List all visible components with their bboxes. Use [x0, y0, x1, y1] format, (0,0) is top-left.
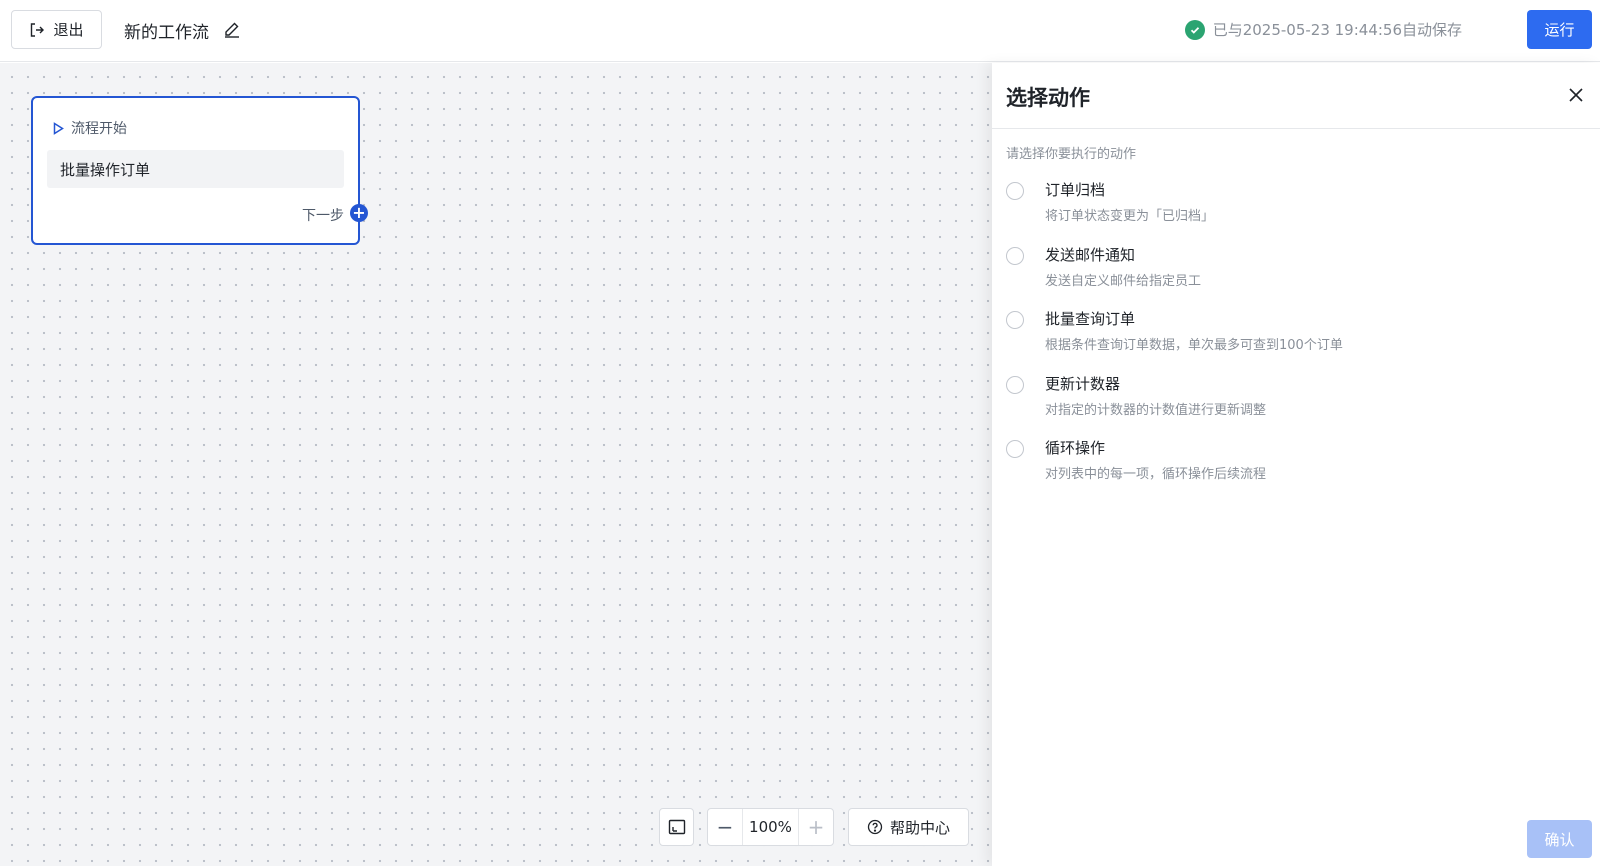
- zoom-out-button[interactable]: −: [708, 809, 742, 845]
- close-icon[interactable]: [1566, 85, 1586, 105]
- run-button[interactable]: 运行: [1527, 10, 1592, 49]
- fit-view-icon: [668, 819, 685, 835]
- action-list: 订单归档 将订单状态变更为「已归档」 发送邮件通知 发送自定义邮件给指定员工 批…: [1006, 179, 1586, 502]
- radio-button[interactable]: [1006, 375, 1024, 394]
- action-item-batch-query[interactable]: 批量查询订单 根据条件查询订单数据，单次最多可查到100个订单: [1006, 308, 1586, 373]
- action-item-update-counter[interactable]: 更新计数器 对指定的计数器的计数值进行更新调整: [1006, 373, 1586, 438]
- action-name: 发送邮件通知: [1045, 245, 1136, 264]
- play-icon: [53, 121, 64, 135]
- check-circle-icon: [1184, 19, 1205, 40]
- save-status-text: 已与2025-05-23 19:44:56自动保存: [1212, 21, 1462, 39]
- action-desc: 对列表中的每一项，循环操作后续流程: [1045, 467, 1267, 482]
- zoom-control: − 100% +: [707, 808, 834, 846]
- radio-button[interactable]: [1006, 182, 1024, 200]
- action-name: 订单归档: [1045, 181, 1106, 199]
- flow-start-node[interactable]: 流程开始 批量操作订单 下一步 +: [31, 96, 368, 245]
- radio-button[interactable]: [1006, 311, 1024, 329]
- action-desc: 发送自定义邮件给指定员工: [1045, 273, 1202, 289]
- action-name: 更新计数器: [1045, 374, 1121, 393]
- action-desc: 将订单状态变更为「已归档」: [1045, 209, 1215, 224]
- select-action-panel: 选择动作 请选择你要执行的动作 订单归档 将订单状态变更为「已归档」 发送邮件通…: [992, 63, 1600, 866]
- help-label: 帮助中心: [889, 818, 950, 837]
- exit-label: 退出: [53, 21, 84, 39]
- exit-icon: [31, 22, 45, 37]
- node-header: 流程开始: [52, 118, 127, 138]
- help-center-button[interactable]: 帮助中心: [848, 808, 969, 846]
- action-item-loop[interactable]: 循环操作 对列表中的每一项，循环操作后续流程: [1006, 437, 1586, 502]
- node-trigger-label: 批量操作订单: [47, 150, 344, 188]
- workflow-canvas[interactable]: 流程开始 批量操作订单 下一步 + − 100% + 帮助中心: [0, 63, 992, 866]
- top-bar: 退出 新的工作流 已与2025-05-23 19:44:56自动保存 运行: [0, 0, 1600, 62]
- zoom-in-button[interactable]: +: [799, 809, 833, 845]
- action-item-archive-order[interactable]: 订单归档 将订单状态变更为「已归档」: [1006, 179, 1586, 244]
- action-name: 循环操作: [1045, 439, 1106, 457]
- fit-view-button[interactable]: [659, 808, 694, 846]
- zoom-level: 100%: [742, 809, 799, 845]
- panel-title: 选择动作: [1006, 86, 1090, 110]
- workflow-title: 新的工作流: [124, 23, 209, 43]
- edit-icon[interactable]: [222, 20, 242, 40]
- next-step-label: 下一步: [302, 208, 344, 224]
- exit-button[interactable]: 退出: [11, 10, 102, 49]
- node-head-label: 流程开始: [71, 121, 127, 137]
- help-icon: [867, 819, 883, 835]
- action-desc: 对指定的计数器的计数值进行更新调整: [1045, 402, 1267, 418]
- radio-button[interactable]: [1006, 246, 1024, 265]
- confirm-button[interactable]: 确认: [1527, 820, 1592, 858]
- action-name: 批量查询订单: [1045, 310, 1136, 328]
- action-desc: 根据条件查询订单数据，单次最多可查到100个订单: [1045, 338, 1343, 353]
- add-step-icon[interactable]: +: [350, 204, 368, 222]
- action-item-send-email[interactable]: 发送邮件通知 发送自定义邮件给指定员工: [1006, 244, 1586, 309]
- divider: [992, 128, 1600, 129]
- save-status: 已与2025-05-23 19:44:56自动保存: [1184, 19, 1462, 40]
- radio-button[interactable]: [1006, 440, 1024, 458]
- panel-hint: 请选择你要执行的动作: [1006, 147, 1137, 162]
